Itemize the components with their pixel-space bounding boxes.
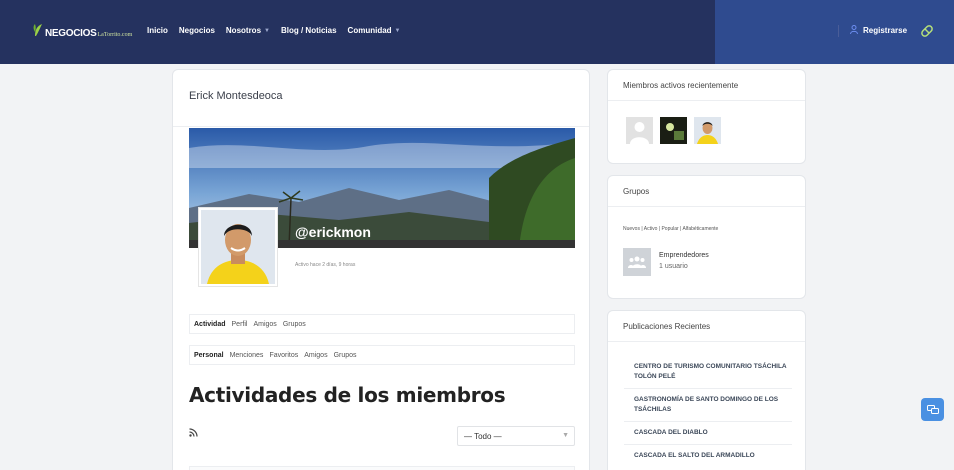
divider [608,341,805,342]
avatar[interactable] [694,117,721,144]
nav-item-comunidad[interactable]: Comunidad ▼ [348,26,401,35]
recent-posts-widget: Publicaciones Recientes CENTRO DE TURISM… [607,310,806,470]
tab-actividad[interactable]: Actividad [194,321,226,328]
main-nav: Inicio Negocios Nosotros ▼ Blog / Noticia… [147,26,401,35]
widget-title: Grupos [623,187,650,196]
post-link[interactable]: CENTRO DE TURISMO COMUNITARIO TSÁCHILA T… [624,356,792,389]
post-link[interactable]: GASTRONOMÍA DE SANTO DOMINGO DE LOS TSÁC… [624,389,792,422]
groups-widget: Grupos Nuevos | Activo | Popular | Alfab… [607,175,806,299]
member-avatar-list [626,117,721,144]
pill-icon[interactable] [918,22,936,40]
chat-icon[interactable] [921,398,944,421]
group-name: Emprendedores [659,252,709,259]
filter-value: — Todo — [464,432,502,441]
top-navbar: NEGOCIOS LaTorrito.com Inicio Negocios N… [0,0,954,64]
widget-title: Miembros activos recientemente [623,81,739,90]
avatar[interactable] [660,117,687,144]
tab-perfil[interactable]: Perfil [232,321,248,328]
post-link[interactable]: CASCADA EL SALTO DEL ARMADILLO [624,445,792,467]
recent-posts-list: CENTRO DE TURISMO COMUNITARIO TSÁCHILA T… [624,356,792,467]
subtab-amigos[interactable]: Amigos [304,352,327,359]
leaf-icon [33,24,43,36]
divider [608,100,805,101]
subtab-favoritos[interactable]: Favoritos [269,352,298,359]
divider [608,206,805,207]
nav-item-nosotros[interactable]: Nosotros ▼ [226,26,270,35]
group-member-count: 1 usuario [659,263,688,270]
widget-title: Publicaciones Recientes [623,322,711,331]
subtab-grupos[interactable]: Grupos [334,352,357,359]
activity-heading: Actividades de los miembros [189,383,506,407]
navbar-divider [838,25,839,37]
chevron-down-icon: ▼ [264,27,270,34]
chevron-down-icon: ▼ [394,27,401,34]
profile-name: Erick Montesdeoca [189,90,283,102]
activity-stream [189,466,575,470]
group-item[interactable]: Emprendedores 1 usuario [623,248,709,276]
site-logo[interactable]: NEGOCIOS LaTorrito.com [33,24,132,39]
activity-filter-select[interactable]: — Todo — ▼ [457,426,575,446]
subtab-personal[interactable]: Personal [194,352,224,359]
rss-icon[interactable] [189,428,198,439]
user-icon [850,25,858,36]
divider [173,126,589,127]
nav-item-negocios[interactable]: Negocios [179,26,215,35]
groups-filter-links[interactable]: Nuevos | Activo | Popular | Alfabéticame… [623,226,718,232]
logo-domain: LaTorrito.com [97,32,133,38]
recent-members-widget: Miembros activos recientemente [607,69,806,164]
activity-subtabs: Personal Menciones Favoritos Amigos Grup… [189,345,575,365]
nav-item-blog[interactable]: Blog / Noticias [281,26,337,35]
tab-amigos[interactable]: Amigos [253,321,276,328]
profile-card: Erick Montesdeoca @erickmon Activo hace … [172,69,590,470]
nav-item-inicio[interactable]: Inicio [147,26,168,35]
register-link[interactable]: Registrarse [850,25,907,36]
subtab-menciones[interactable]: Menciones [230,352,264,359]
logo-brand: NEGOCIOS [45,28,97,39]
avatar[interactable] [626,117,653,144]
last-active-text: Activo hace 2 días, 9 horas [295,262,356,268]
group-icon [623,248,651,276]
post-link[interactable]: CASCADA DEL DIABLO [624,422,792,445]
tab-grupos[interactable]: Grupos [283,321,306,328]
chevron-down-icon: ▼ [562,432,569,439]
register-label: Registrarse [863,26,908,35]
profile-tabs: Actividad Perfil Amigos Grupos [189,314,575,334]
profile-handle: @erickmon [295,224,371,240]
profile-avatar[interactable] [198,207,278,287]
